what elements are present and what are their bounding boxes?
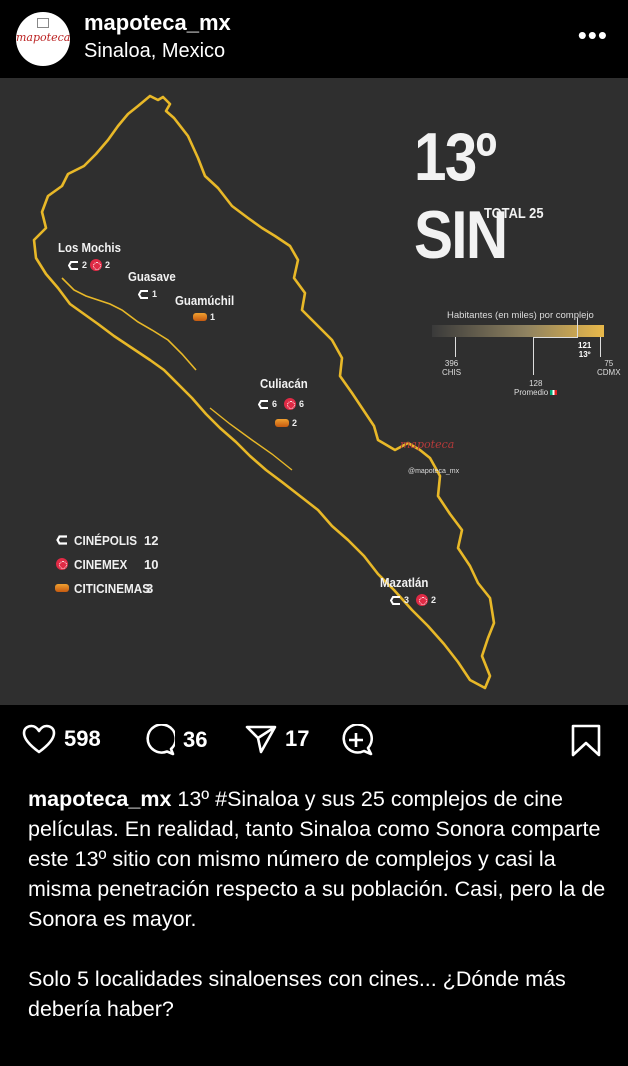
- remix-button[interactable]: [340, 724, 376, 758]
- bookmark-icon: [571, 724, 601, 757]
- more-dots-icon[interactable]: •••: [578, 20, 608, 51]
- city-brands-los-mochis: 2 2: [67, 259, 111, 271]
- cinepolis-icon: [137, 289, 149, 299]
- habitantes-scale-bar: [432, 325, 604, 337]
- rank-title: 13º SIN: [414, 119, 508, 273]
- cinemex-icon: [56, 558, 68, 570]
- paper-plane-icon: [245, 725, 277, 754]
- tick-line: [533, 337, 577, 338]
- legend-row-cinepolis: CINÉPOLIS 12: [50, 528, 158, 552]
- cdmx-name: CDMX: [597, 368, 621, 377]
- cinemex-count: 2: [431, 595, 437, 605]
- cinemex-icon: [416, 594, 429, 606]
- cinemex-count: 6: [299, 399, 305, 409]
- sin-value: 121: [578, 341, 592, 350]
- add-comment-icon: [342, 724, 373, 756]
- avatar-logo-text: mapoteca: [16, 31, 70, 44]
- post-header: mapoteca mapoteca_mx Sinaloa, Mexico •••: [0, 0, 628, 78]
- tick-line: [600, 337, 601, 357]
- city-label-culiacan: Culiacán: [260, 376, 308, 391]
- sin-label: 121 13º: [578, 341, 591, 359]
- legend-count: 10: [144, 556, 159, 572]
- heart-icon: [22, 724, 56, 754]
- cinepolis-count: 3: [404, 595, 410, 605]
- citicinemas-count: 1: [210, 312, 216, 322]
- city-brands-culiacan: 6 6: [257, 398, 305, 410]
- city-brands-culiacan-2: 2: [275, 418, 297, 428]
- caption-username[interactable]: mapoteca_mx: [28, 787, 171, 811]
- legend-row-cinemex: CINEMEX 10: [50, 552, 158, 576]
- save-button[interactable]: [570, 724, 602, 758]
- legend-count: 12: [144, 532, 159, 548]
- legend-row-citicinemas: CITICINEMAS 3: [50, 576, 158, 600]
- city-brands-guasave: 1: [137, 289, 158, 299]
- like-button[interactable]: 598: [22, 724, 101, 754]
- cinepolis-icon: [50, 535, 74, 545]
- brand-legend: CINÉPOLIS 12 CINEMEX 10 CITICINEMAS 3: [50, 528, 158, 600]
- citicinemas-icon: [55, 584, 69, 592]
- watermark-handle: @mapoteca_mx: [408, 468, 460, 475]
- city-label-guasave: Guasave: [128, 269, 176, 284]
- legend-name: CITICINEMAS: [74, 580, 151, 596]
- mexico-flag-icon: [550, 390, 558, 396]
- comment-count: 36: [183, 727, 208, 752]
- cinemex-icon: [90, 259, 103, 271]
- city-label-los-mochis: Los Mochis: [58, 240, 121, 255]
- promedio-value: 128: [529, 379, 543, 388]
- cinepolis-icon: [389, 595, 401, 605]
- citicinemas-count: 2: [292, 418, 298, 428]
- cinepolis-count: 6: [272, 399, 278, 409]
- promedio-name: Promedio: [514, 388, 558, 397]
- legend-name: CINEMEX: [74, 556, 128, 572]
- tick-line: [577, 318, 578, 338]
- habitantes-title: Habitantes (en miles) por complejo: [447, 310, 594, 321]
- cinepolis-icon: [67, 260, 79, 270]
- chis-label: 396 CHIS: [442, 359, 461, 377]
- caption-paragraph-2: Solo 5 localidades sinaloenses con cines…: [28, 967, 566, 1021]
- cinemex-count: 2: [105, 260, 111, 270]
- legend-name: CINÉPOLIS: [74, 532, 138, 548]
- total-label: TOTAL 25: [484, 205, 544, 222]
- citicinemas-icon: [275, 419, 289, 427]
- city-brands-guamuchil: 1: [193, 312, 215, 322]
- caption-paragraph: mapoteca_mx 13º #Sinaloa y sus 25 comple…: [28, 784, 608, 934]
- tick-line: [455, 337, 456, 357]
- sin-name: 13º: [578, 350, 591, 359]
- share-count: 17: [285, 726, 310, 751]
- like-count: 598: [64, 726, 101, 751]
- comment-button[interactable]: 36: [143, 724, 207, 756]
- coastline-detail: [61, 277, 197, 371]
- city-label-mazatlan: Mazatlán: [380, 575, 429, 590]
- location-link[interactable]: Sinaloa, Mexico: [84, 40, 225, 63]
- action-bar: 598 36 17: [0, 718, 628, 770]
- share-button[interactable]: 17: [245, 724, 309, 754]
- citicinemas-icon: [193, 313, 207, 321]
- chis-name: CHIS: [442, 368, 462, 377]
- chis-value: 396: [444, 359, 459, 368]
- promedio-label: 128 Promedio: [514, 379, 558, 397]
- avatar[interactable]: mapoteca: [16, 12, 70, 66]
- city-label-guamuchil: Guamúchil: [175, 293, 235, 308]
- comment-icon: [146, 724, 175, 756]
- watermark-logo: mapoteca: [400, 438, 455, 451]
- cinepolis-count: 2: [82, 260, 88, 270]
- book-icon: [37, 18, 49, 28]
- cinepolis-count: 1: [152, 289, 158, 299]
- city-brands-mazatlan: 3 2: [389, 594, 437, 606]
- username-link[interactable]: mapoteca_mx: [84, 10, 231, 36]
- post-image[interactable]: 13º SIN TOTAL 25 Los Mochis 2 2 Guasave …: [0, 78, 628, 705]
- cdmx-value: 75: [604, 359, 614, 368]
- cdmx-label: 75 CDMX: [597, 359, 621, 377]
- cinemex-icon: [284, 398, 297, 410]
- post-caption: mapoteca_mx 13º #Sinaloa y sus 25 comple…: [28, 784, 608, 1024]
- tick-line: [533, 337, 534, 375]
- cinepolis-icon: [257, 399, 269, 409]
